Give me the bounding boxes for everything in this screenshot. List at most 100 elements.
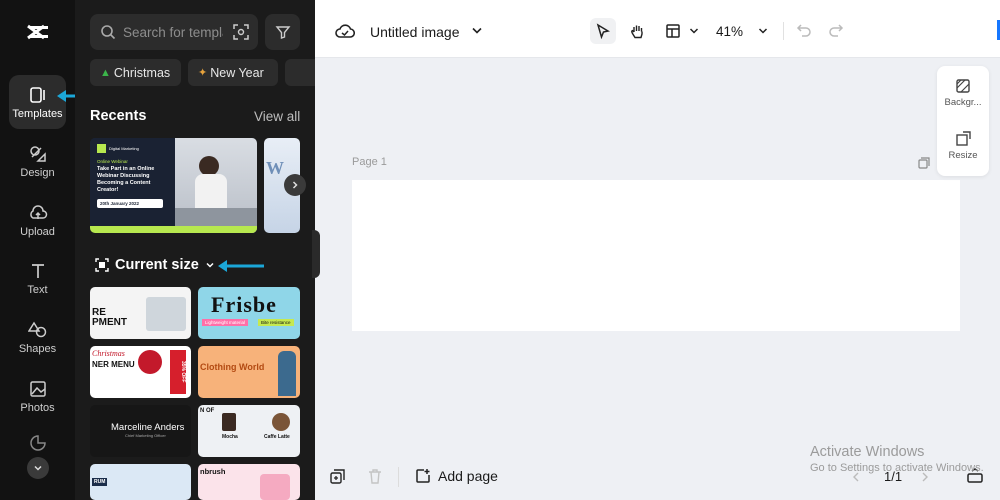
toolbar-divider [783,22,784,40]
template-thumb[interactable]: Frisbe Lightweight material Bite resista… [198,287,300,339]
upload-icon [29,204,47,219]
layout-icon [666,24,680,38]
chevron-down-icon [34,465,42,471]
thumb-text: Bite resistance [258,319,294,326]
current-size-dropdown[interactable]: Current size [95,257,215,273]
firework-icon: ✦ [198,67,208,79]
template-thumb[interactable]: Marceline Anders Chief Marketing Officer [90,405,191,457]
hand-tool-button[interactable] [624,18,650,44]
left-rail: Templates Design Upload Text Shapes Phot… [0,0,75,500]
chevron-down-icon [206,262,214,268]
more-tools-icon[interactable] [29,434,47,452]
sidebar-item-label: Templates [12,107,63,120]
chevron-right-icon [292,181,298,189]
background-tool-button[interactable]: Backgr... [937,78,989,108]
thumb-text: RUM [92,478,108,486]
duplicate-icon[interactable] [330,469,345,484]
templates-icon [29,86,45,103]
title-chevron-down-icon[interactable] [471,26,483,36]
thumb-text: Chief Marketing Officer [125,433,166,438]
add-page-icon [416,469,430,483]
thumb-text: Clothing World [200,362,265,372]
page-label: Page 1 [352,156,387,168]
thumb-text: NER MENU [92,360,135,369]
chip-new-year[interactable]: ✦ New Year [188,59,278,86]
design-icon [29,145,46,162]
background-icon [956,79,970,93]
template-thumb[interactable]: N OF Mocha Caffe Latte [198,405,300,457]
capcut-logo[interactable] [24,18,52,46]
rail-expand-button[interactable] [27,457,49,479]
windows-activation-watermark: Activate Windows Go to Settings to activ… [810,444,984,474]
cloud-sync-icon[interactable] [335,22,355,40]
sidebar-item-photos[interactable]: Photos [9,369,66,423]
layout-chevron-down-icon[interactable] [689,27,699,35]
template-thumb[interactable]: RUM [90,464,191,500]
add-page-label: Add page [438,468,498,484]
delete-icon[interactable] [368,469,382,484]
thumb-text: Mocha [222,434,238,440]
thumb-text: PMENT [92,317,127,328]
add-page-button[interactable]: Add page [415,468,498,484]
top-toolbar: Untitled image 41% [315,0,1000,58]
chip-more[interactable] [285,59,315,86]
bottom-divider [398,467,399,487]
filter-icon [275,26,290,39]
canvas-page[interactable] [352,180,960,331]
panel-collapse-handle[interactable] [312,230,320,278]
layout-button[interactable] [660,18,686,44]
annotation-arrow [218,260,264,272]
template-thumb[interactable]: Clothing World [198,346,300,398]
sidebar-item-label: Photos [20,401,55,414]
recent-template-card[interactable]: Digital Marketing Online Webinar Take Pa… [90,138,257,233]
image-search-icon[interactable] [232,23,250,41]
side-tools-panel: Backgr... Resize [937,66,989,176]
sidebar-item-text[interactable]: Text [9,251,66,305]
duplicate-page-icon[interactable] [918,157,930,169]
chip-christmas[interactable]: ▲ Christmas [90,59,181,86]
zoom-chevron-down-icon[interactable] [758,27,768,35]
watermark-title: Activate Windows [810,444,925,460]
search-input[interactable] [123,24,223,40]
view-all-link[interactable]: View all [254,109,300,124]
resize-label: Resize [948,150,978,161]
undo-icon[interactable] [796,23,812,37]
search-icon [101,25,116,40]
template-thumb[interactable]: nbrush [198,464,300,500]
card-brand: Digital Marketing [109,146,139,151]
hand-icon [630,25,643,38]
thumb-text: Caffe Latte [264,434,290,440]
redo-icon[interactable] [828,23,844,37]
tree-icon: ▲ [100,66,111,79]
sidebar-item-shapes[interactable]: Shapes [9,310,66,364]
background-label: Backgr... [944,97,982,108]
sidebar-item-label: Shapes [18,342,57,355]
template-thumb[interactable]: Christmas NER MENU 35% OFF [90,346,191,398]
cursor-icon [596,23,610,39]
shapes-icon [27,321,46,337]
sidebar-item-label: Text [27,283,48,296]
resize-tool-button[interactable]: Resize [937,131,989,161]
watermark-subtitle: Go to Settings to activate Windows. [810,462,984,474]
select-tool-button[interactable] [590,18,616,44]
thumb-text: nbrush [200,467,226,476]
thumb-text: Christmas [92,349,125,358]
template-thumb[interactable]: RE PMENT [90,287,191,339]
chip-label: New Year [210,65,264,80]
sidebar-item-label: Design [20,166,55,179]
resize-icon [956,131,971,146]
filter-button[interactable] [265,14,300,50]
zoom-level[interactable]: 41% [716,24,743,39]
recents-title: Recents [90,108,147,124]
frame-icon [95,258,109,272]
photos-icon [29,380,46,397]
document-title[interactable]: Untitled image [370,24,460,40]
card-date: 20th January 2022 [97,198,163,208]
text-icon [31,263,44,278]
sidebar-item-upload[interactable]: Upload [9,193,66,247]
thumb-text: Frisbe [211,292,277,317]
carousel-next-button[interactable] [284,174,306,196]
sidebar-item-design[interactable]: Design [9,134,66,188]
current-size-label: Current size [115,257,199,273]
search-box[interactable] [90,14,258,50]
